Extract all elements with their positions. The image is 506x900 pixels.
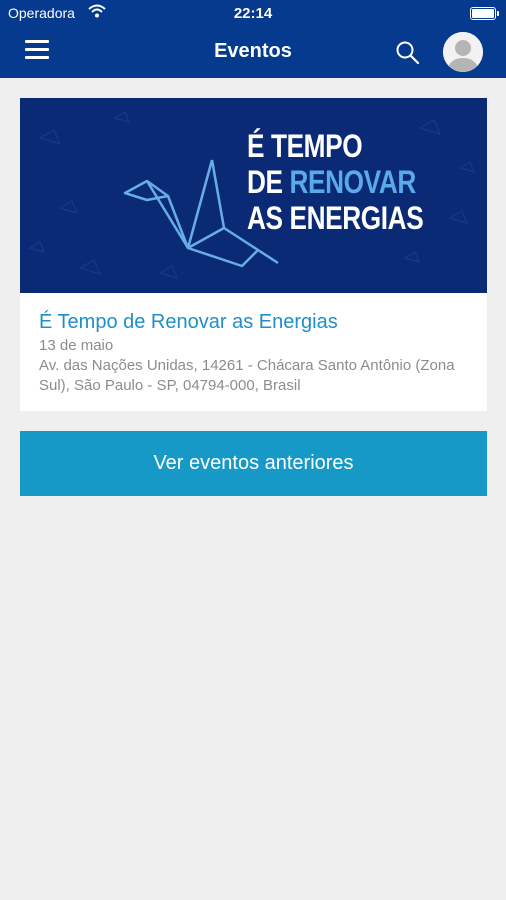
event-title[interactable]: É Tempo de Renovar as Energias: [39, 311, 338, 334]
battery-icon: [470, 7, 499, 20]
event-address: Av. das Nações Unidas, 14261 - Chácara S…: [39, 357, 455, 394]
avatar-icon: [443, 32, 483, 72]
event-date: 13 de maio: [39, 337, 114, 354]
previous-events-button[interactable]: Ver eventos anteriores: [20, 431, 487, 496]
banner-line-2-accent: RENOVAR: [289, 164, 417, 200]
event-card[interactable]: É TEMPO DE RENOVAR AS ENERGIAS É Tempo d…: [20, 98, 487, 411]
banner-line-1: É TEMPO: [247, 128, 363, 164]
avatar[interactable]: [443, 32, 483, 72]
clock: 22:14: [233, 5, 273, 22]
event-banner: É TEMPO DE RENOVAR AS ENERGIAS: [20, 98, 487, 293]
banner-line-2-prefix: DE: [247, 164, 290, 200]
status-bar: Operadora 22:14: [0, 0, 506, 26]
top-bar: Operadora 22:14 Eventos: [0, 0, 506, 78]
search-icon[interactable]: [395, 40, 421, 66]
navigation-bar: Eventos: [0, 26, 506, 78]
banner-text: É TEMPO DE RENOVAR AS ENERGIAS: [247, 128, 424, 236]
banner-line-3: AS ENERGIAS: [247, 200, 424, 236]
page-title: Eventos: [214, 40, 292, 62]
